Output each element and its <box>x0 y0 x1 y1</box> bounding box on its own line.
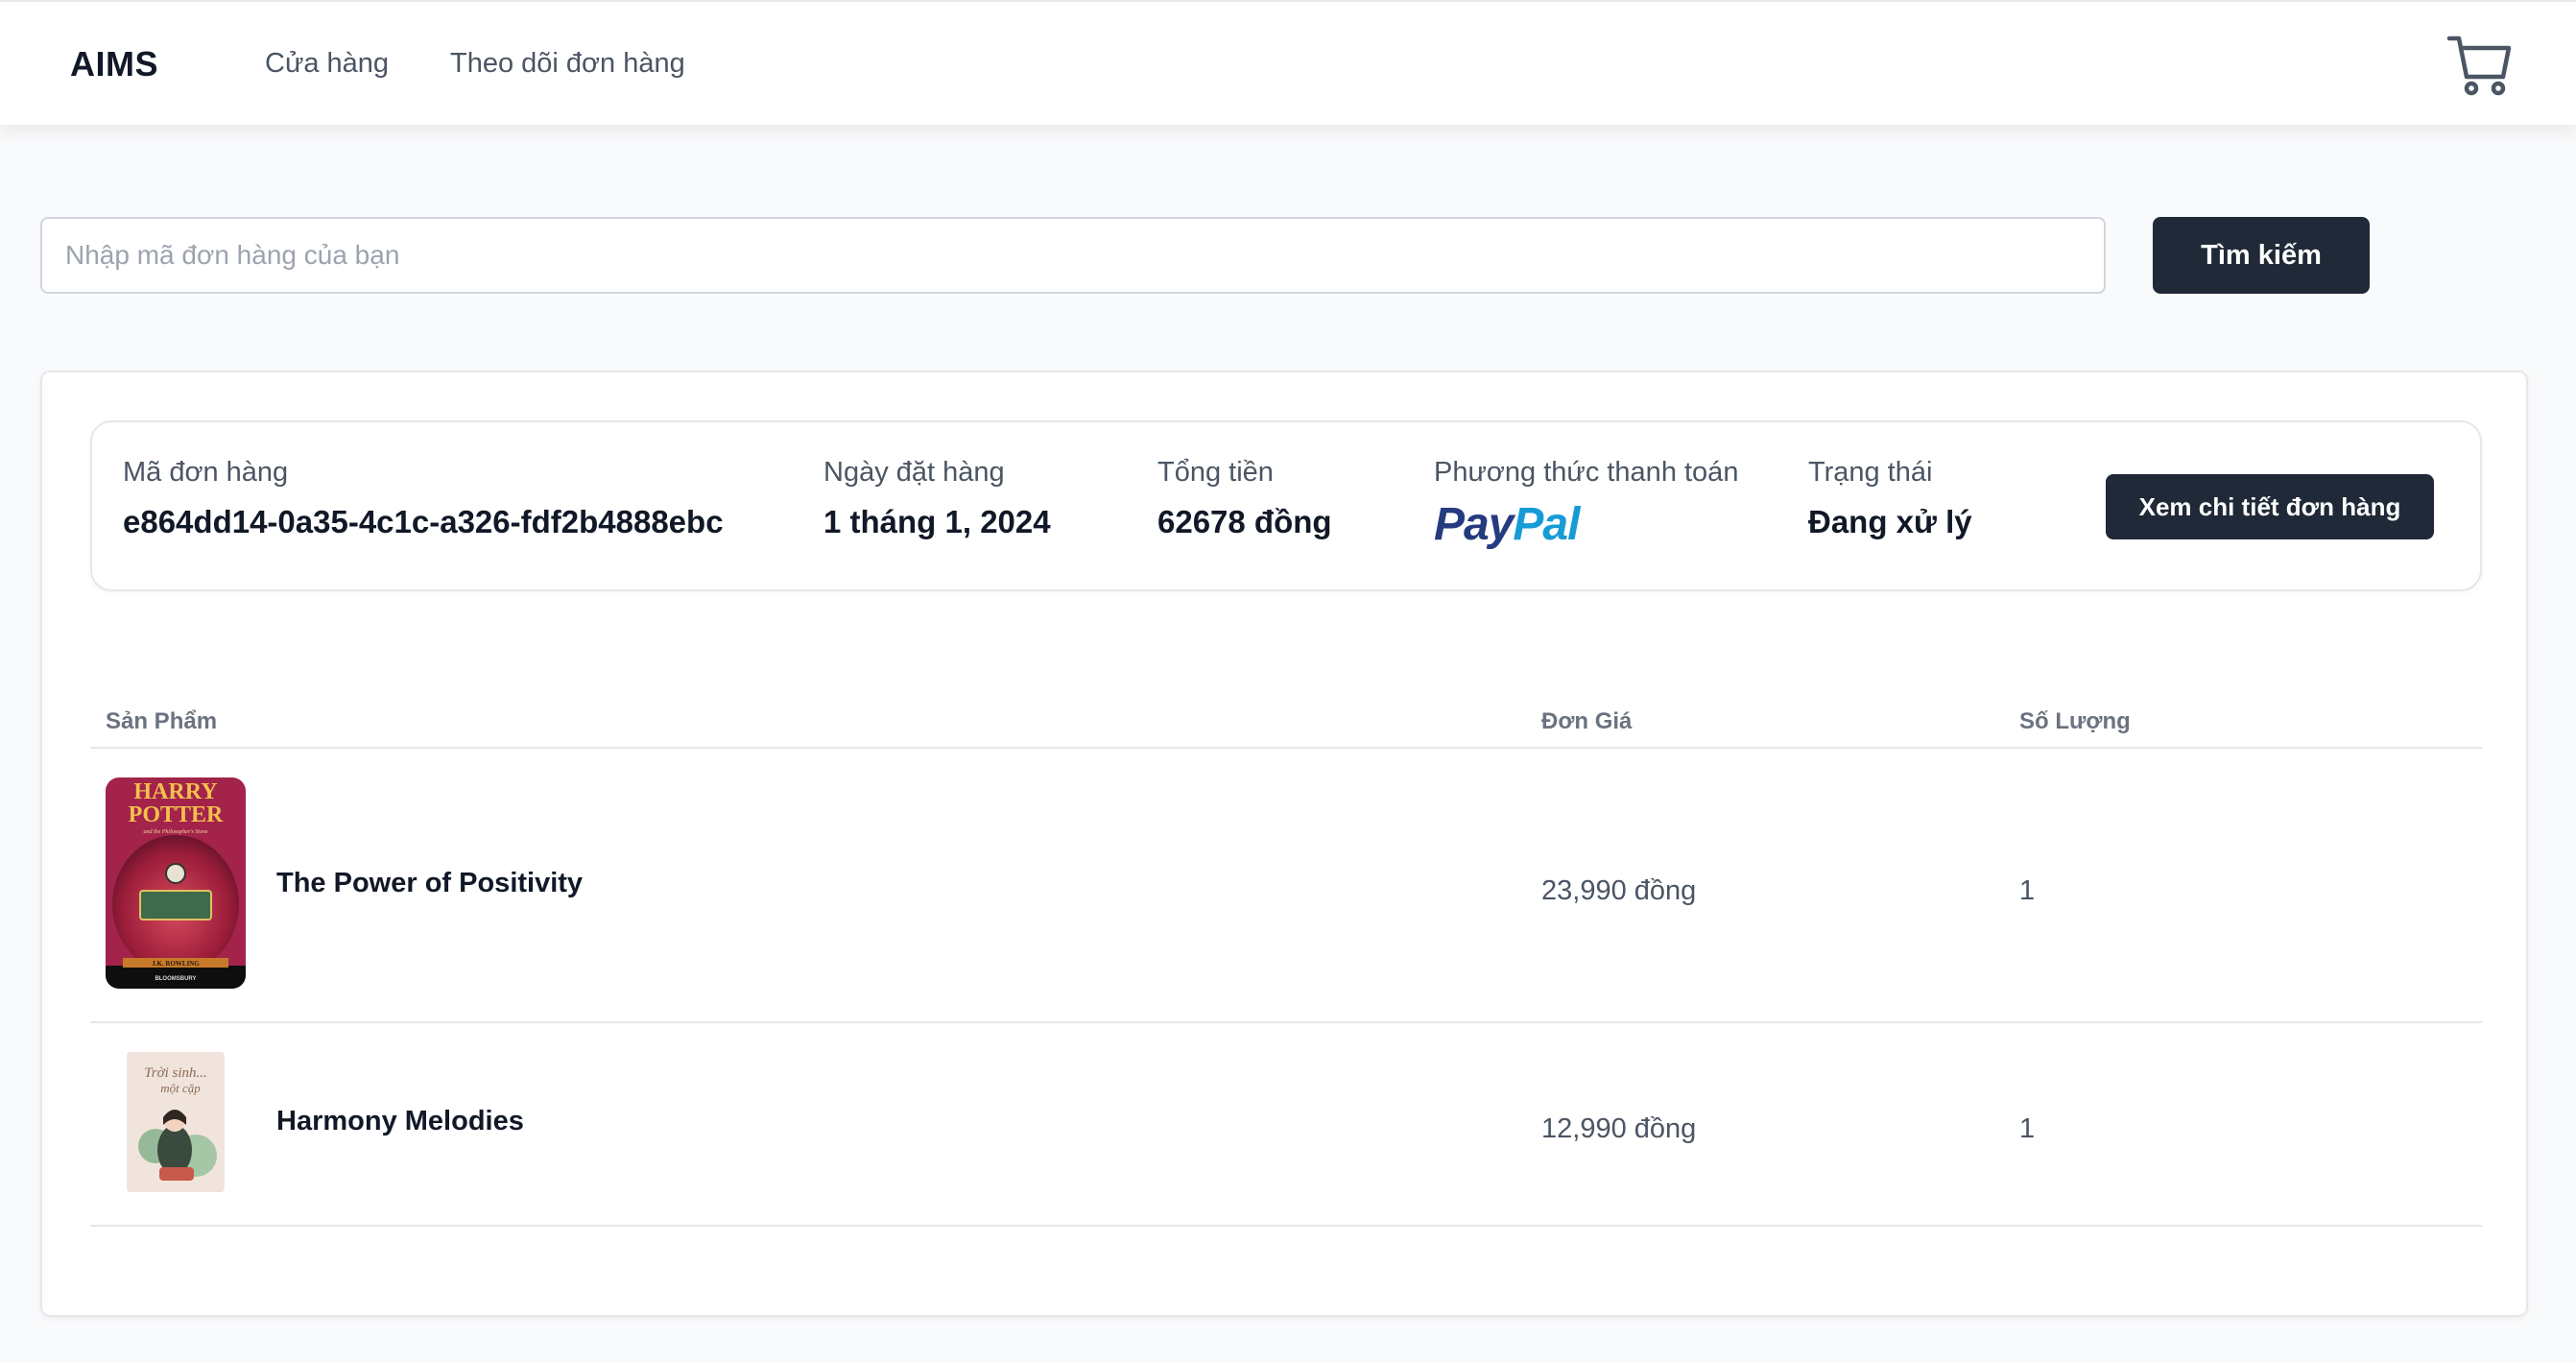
order-date-label: Ngày đặt hàng <box>823 457 1005 488</box>
product-name[interactable]: The Power of Positivity <box>276 868 583 899</box>
product-unit-price: 12,990 đồng <box>1541 1113 1697 1144</box>
svg-text:một cặp: một cặp <box>160 1081 201 1095</box>
product-thumbnail[interactable]: HARRY POTTER and the Philosopher's Stone… <box>106 777 246 989</box>
column-header-unit-price: Đơn Giá <box>1541 708 1633 734</box>
order-id-field: Mã đơn hàng e864dd14-0a35-4c1c-a326-fdf2… <box>123 457 724 540</box>
svg-text:J.K. ROWLING: J.K. ROWLING <box>152 960 200 968</box>
search-button[interactable]: Tìm kiếm <box>2153 217 2370 294</box>
payment-method-label: Phương thức thanh toán <box>1434 457 1739 488</box>
table-header: Sản Phẩm Đơn Giá Số Lượng <box>90 699 2482 749</box>
order-date-value: 1 tháng 1, 2024 <box>823 504 1051 539</box>
order-total-field: Tổng tiền 62678 đồng <box>1157 457 1332 540</box>
product-unit-price: 23,990 đồng <box>1541 875 1697 906</box>
table-row: HARRY POTTER and the Philosopher's Stone… <box>90 749 2482 1023</box>
product-name[interactable]: Harmony Melodies <box>276 1106 524 1137</box>
payment-method-field: Phương thức thanh toán PayPal <box>1434 457 1738 548</box>
view-order-details-button[interactable]: Xem chi tiết đơn hàng <box>2106 474 2434 539</box>
table-row: Trời sinh... một cặp Harmony Melodies 12… <box>90 1023 2482 1227</box>
brand-logo[interactable]: AIMS <box>70 44 158 84</box>
svg-text:POTTER: POTTER <box>129 802 224 827</box>
order-summary: Mã đơn hàng e864dd14-0a35-4c1c-a326-fdf2… <box>90 420 2482 591</box>
paypal-logo: PayPal <box>1434 499 1580 550</box>
nav-link-shop[interactable]: Cửa hàng <box>265 48 389 80</box>
column-header-product: Sản Phẩm <box>106 708 218 734</box>
order-total-value: 62678 đồng <box>1157 504 1332 539</box>
svg-text:BLOOMSBURY: BLOOMSBURY <box>155 976 196 982</box>
product-quantity: 1 <box>2019 875 2036 906</box>
nav-link-order-tracking[interactable]: Theo dõi đơn hàng <box>450 48 685 80</box>
order-search-input[interactable] <box>40 217 2106 294</box>
order-total-label: Tổng tiền <box>1157 457 1274 488</box>
column-header-quantity: Số Lượng <box>2019 708 2131 734</box>
top-navbar: AIMS Cửa hàng Theo dõi đơn hàng <box>0 0 2576 125</box>
order-status-field: Trạng thái Đang xử lý <box>1808 457 1972 540</box>
order-id-value: e864dd14-0a35-4c1c-a326-fdf2b4888ebc <box>123 504 724 539</box>
svg-text:and the Philosopher's Stone: and the Philosopher's Stone <box>143 829 207 835</box>
shopping-cart-icon[interactable] <box>2445 33 2513 100</box>
order-id-label: Mã đơn hàng <box>123 457 289 488</box>
order-status-value: Đang xử lý <box>1808 504 1972 539</box>
svg-text:HARRY: HARRY <box>133 779 217 804</box>
order-card: Mã đơn hàng e864dd14-0a35-4c1c-a326-fdf2… <box>40 371 2528 1317</box>
order-status-label: Trạng thái <box>1808 457 1933 488</box>
product-quantity: 1 <box>2019 1113 2036 1144</box>
order-date-field: Ngày đặt hàng 1 tháng 1, 2024 <box>823 457 1051 540</box>
svg-text:Trời sinh...: Trời sinh... <box>144 1065 207 1081</box>
product-thumbnail[interactable]: Trời sinh... một cặp <box>127 1052 225 1192</box>
